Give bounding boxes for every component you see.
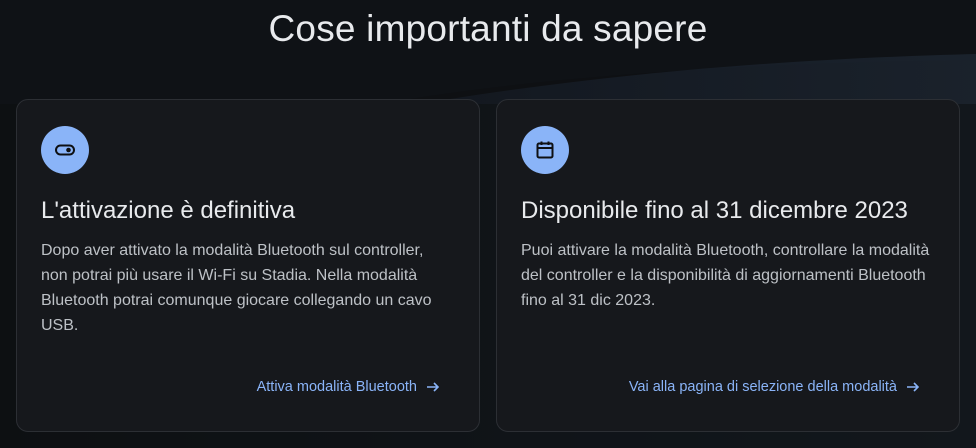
card-body: Dopo aver attivato la modalità Bluetooth… [41, 242, 432, 334]
calendar-icon [521, 126, 569, 174]
card-body: Puoi attivare la modalità Bluetooth, con… [521, 242, 930, 309]
arrow-right-icon [907, 382, 920, 392]
mode-selection-page-link[interactable]: Vai alla pagina di selezione della modal… [629, 379, 921, 395]
link-label: Vai alla pagina di selezione della modal… [628, 379, 897, 395]
card-heading: L'attivazione è definitiva [41, 197, 296, 224]
info-card-activation: L'attivazione è definitiva Dopo aver att… [16, 99, 480, 432]
card-heading: Disponibile fino al 31 dicembre 2023 [521, 197, 908, 224]
link-label: Attiva modalità Bluetooth [256, 379, 417, 395]
toggle-icon [41, 126, 89, 174]
arrow-right-icon [427, 382, 440, 392]
info-card-availability: Disponibile fino al 31 dicembre 2023 Puo… [496, 99, 960, 432]
page-title: Cose importanti da sapere [268, 8, 708, 49]
activate-bluetooth-link[interactable]: Attiva modalità Bluetooth [257, 379, 441, 395]
